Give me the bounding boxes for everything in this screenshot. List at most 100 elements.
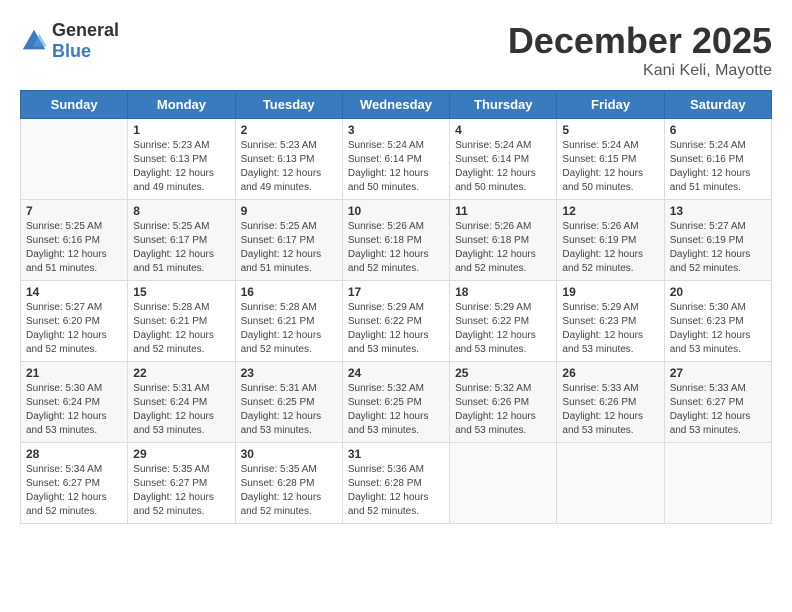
day-number: 22 xyxy=(133,366,229,380)
calendar-week-row: 28 Sunrise: 5:34 AM Sunset: 6:27 PM Dayli… xyxy=(21,443,772,524)
day-info: Sunrise: 5:28 AM Sunset: 6:21 PM Dayligh… xyxy=(241,301,337,357)
day-number: 23 xyxy=(241,366,337,380)
day-number: 14 xyxy=(26,285,122,299)
day-info: Sunrise: 5:28 AM Sunset: 6:21 PM Dayligh… xyxy=(133,301,229,357)
day-info: Sunrise: 5:24 AM Sunset: 6:14 PM Dayligh… xyxy=(348,139,444,195)
calendar-cell: 2 Sunrise: 5:23 AM Sunset: 6:13 PM Daylig… xyxy=(235,119,342,200)
day-number: 24 xyxy=(348,366,444,380)
calendar-week-row: 14 Sunrise: 5:27 AM Sunset: 6:20 PM Dayli… xyxy=(21,281,772,362)
day-number: 27 xyxy=(670,366,766,380)
day-info: Sunrise: 5:26 AM Sunset: 6:18 PM Dayligh… xyxy=(348,220,444,276)
calendar-cell: 9 Sunrise: 5:25 AM Sunset: 6:17 PM Daylig… xyxy=(235,200,342,281)
location-title: Kani Keli, Mayotte xyxy=(508,62,772,80)
logo-general-text: General xyxy=(52,20,119,40)
day-number: 5 xyxy=(562,123,658,137)
day-info: Sunrise: 5:32 AM Sunset: 6:25 PM Dayligh… xyxy=(348,382,444,438)
day-info: Sunrise: 5:33 AM Sunset: 6:26 PM Dayligh… xyxy=(562,382,658,438)
day-of-week-header: Thursday xyxy=(450,91,557,119)
calendar-cell: 8Sunrise: 5:25 AM Sunset: 6:17 PM Daylig… xyxy=(128,200,235,281)
day-number: 6 xyxy=(670,123,766,137)
day-of-week-header: Saturday xyxy=(664,91,771,119)
day-number: 10 xyxy=(348,204,444,218)
day-number: 2 xyxy=(241,123,337,137)
day-info: Sunrise: 5:33 AM Sunset: 6:27 PM Dayligh… xyxy=(670,382,766,438)
calendar-cell xyxy=(664,443,771,524)
calendar-cell: 12Sunrise: 5:26 AM Sunset: 6:19 PM Dayli… xyxy=(557,200,664,281)
calendar-body: 1 Sunrise: 5:23 AM Sunset: 6:13 PM Daylig… xyxy=(21,119,772,524)
calendar-cell: 21Sunrise: 5:30 AM Sunset: 6:24 PM Dayli… xyxy=(21,362,128,443)
day-number: 17 xyxy=(348,285,444,299)
day-info: Sunrise: 5:29 AM Sunset: 6:22 PM Dayligh… xyxy=(455,301,551,357)
logo: General Blue xyxy=(20,20,119,62)
day-info: Sunrise: 5:25 AM Sunset: 6:16 PM Dayligh… xyxy=(26,220,122,276)
calendar-cell: 6 Sunrise: 5:24 AM Sunset: 6:16 PM Daylig… xyxy=(664,119,771,200)
day-number: 7 xyxy=(26,204,122,218)
logo-icon xyxy=(20,27,48,55)
calendar-cell: 31 Sunrise: 5:36 AM Sunset: 6:28 PM Dayli… xyxy=(342,443,449,524)
day-info: Sunrise: 5:35 AM Sunset: 6:28 PM Dayligh… xyxy=(241,463,337,519)
day-number: 16 xyxy=(241,285,337,299)
day-number: 30 xyxy=(241,447,337,461)
day-info: Sunrise: 5:29 AM Sunset: 6:22 PM Dayligh… xyxy=(348,301,444,357)
day-number: 21 xyxy=(26,366,122,380)
day-info: Sunrise: 5:31 AM Sunset: 6:24 PM Dayligh… xyxy=(133,382,229,438)
day-number: 25 xyxy=(455,366,551,380)
day-info: Sunrise: 5:25 AM Sunset: 6:17 PM Dayligh… xyxy=(133,220,229,276)
calendar-cell: 5 Sunrise: 5:24 AM Sunset: 6:15 PM Daylig… xyxy=(557,119,664,200)
day-number: 28 xyxy=(26,447,122,461)
day-info: Sunrise: 5:23 AM Sunset: 6:13 PM Dayligh… xyxy=(133,139,229,195)
calendar-table: SundayMondayTuesdayWednesdayThursdayFrid… xyxy=(20,90,772,524)
calendar-cell: 11Sunrise: 5:26 AM Sunset: 6:18 PM Dayli… xyxy=(450,200,557,281)
day-of-week-header: Friday xyxy=(557,91,664,119)
day-number: 11 xyxy=(455,204,551,218)
calendar-cell: 14 Sunrise: 5:27 AM Sunset: 6:20 PM Dayli… xyxy=(21,281,128,362)
calendar-cell: 13 Sunrise: 5:27 AM Sunset: 6:19 PM Dayli… xyxy=(664,200,771,281)
calendar-cell: 4 Sunrise: 5:24 AM Sunset: 6:14 PM Daylig… xyxy=(450,119,557,200)
calendar-cell xyxy=(21,119,128,200)
day-number: 19 xyxy=(562,285,658,299)
calendar-cell: 19 Sunrise: 5:29 AM Sunset: 6:23 PM Dayli… xyxy=(557,281,664,362)
day-number: 1 xyxy=(133,123,229,137)
day-number: 3 xyxy=(348,123,444,137)
day-number: 9 xyxy=(241,204,337,218)
day-info: Sunrise: 5:26 AM Sunset: 6:19 PM Dayligh… xyxy=(562,220,658,276)
calendar-cell: 23 Sunrise: 5:31 AM Sunset: 6:25 PM Dayli… xyxy=(235,362,342,443)
header: General Blue December 2025 Kani Keli, Ma… xyxy=(20,20,772,80)
day-info: Sunrise: 5:23 AM Sunset: 6:13 PM Dayligh… xyxy=(241,139,337,195)
day-info: Sunrise: 5:29 AM Sunset: 6:23 PM Dayligh… xyxy=(562,301,658,357)
day-info: Sunrise: 5:27 AM Sunset: 6:19 PM Dayligh… xyxy=(670,220,766,276)
calendar-cell: 29Sunrise: 5:35 AM Sunset: 6:27 PM Dayli… xyxy=(128,443,235,524)
day-info: Sunrise: 5:24 AM Sunset: 6:15 PM Dayligh… xyxy=(562,139,658,195)
day-of-week-header: Monday xyxy=(128,91,235,119)
calendar-cell: 25 Sunrise: 5:32 AM Sunset: 6:26 PM Dayli… xyxy=(450,362,557,443)
day-info: Sunrise: 5:24 AM Sunset: 6:16 PM Dayligh… xyxy=(670,139,766,195)
calendar-cell: 20 Sunrise: 5:30 AM Sunset: 6:23 PM Dayli… xyxy=(664,281,771,362)
day-number: 4 xyxy=(455,123,551,137)
calendar-cell: 28 Sunrise: 5:34 AM Sunset: 6:27 PM Dayli… xyxy=(21,443,128,524)
calendar-header-row: SundayMondayTuesdayWednesdayThursdayFrid… xyxy=(21,91,772,119)
calendar-week-row: 21Sunrise: 5:30 AM Sunset: 6:24 PM Dayli… xyxy=(21,362,772,443)
calendar-cell: 30 Sunrise: 5:35 AM Sunset: 6:28 PM Dayli… xyxy=(235,443,342,524)
day-number: 13 xyxy=(670,204,766,218)
day-info: Sunrise: 5:30 AM Sunset: 6:23 PM Dayligh… xyxy=(670,301,766,357)
day-number: 20 xyxy=(670,285,766,299)
day-number: 15 xyxy=(133,285,229,299)
month-title: December 2025 xyxy=(508,20,772,62)
day-info: Sunrise: 5:34 AM Sunset: 6:27 PM Dayligh… xyxy=(26,463,122,519)
day-info: Sunrise: 5:31 AM Sunset: 6:25 PM Dayligh… xyxy=(241,382,337,438)
calendar-cell: 26Sunrise: 5:33 AM Sunset: 6:26 PM Dayli… xyxy=(557,362,664,443)
day-number: 31 xyxy=(348,447,444,461)
day-info: Sunrise: 5:36 AM Sunset: 6:28 PM Dayligh… xyxy=(348,463,444,519)
day-info: Sunrise: 5:24 AM Sunset: 6:14 PM Dayligh… xyxy=(455,139,551,195)
day-info: Sunrise: 5:32 AM Sunset: 6:26 PM Dayligh… xyxy=(455,382,551,438)
day-info: Sunrise: 5:27 AM Sunset: 6:20 PM Dayligh… xyxy=(26,301,122,357)
calendar-cell: 7 Sunrise: 5:25 AM Sunset: 6:16 PM Daylig… xyxy=(21,200,128,281)
day-info: Sunrise: 5:25 AM Sunset: 6:17 PM Dayligh… xyxy=(241,220,337,276)
calendar-cell: 18Sunrise: 5:29 AM Sunset: 6:22 PM Dayli… xyxy=(450,281,557,362)
logo-blue-text: Blue xyxy=(52,41,91,61)
calendar-cell: 3 Sunrise: 5:24 AM Sunset: 6:14 PM Daylig… xyxy=(342,119,449,200)
calendar-cell: 27 Sunrise: 5:33 AM Sunset: 6:27 PM Dayli… xyxy=(664,362,771,443)
calendar-cell: 22 Sunrise: 5:31 AM Sunset: 6:24 PM Dayli… xyxy=(128,362,235,443)
day-of-week-header: Tuesday xyxy=(235,91,342,119)
calendar-week-row: 1 Sunrise: 5:23 AM Sunset: 6:13 PM Daylig… xyxy=(21,119,772,200)
